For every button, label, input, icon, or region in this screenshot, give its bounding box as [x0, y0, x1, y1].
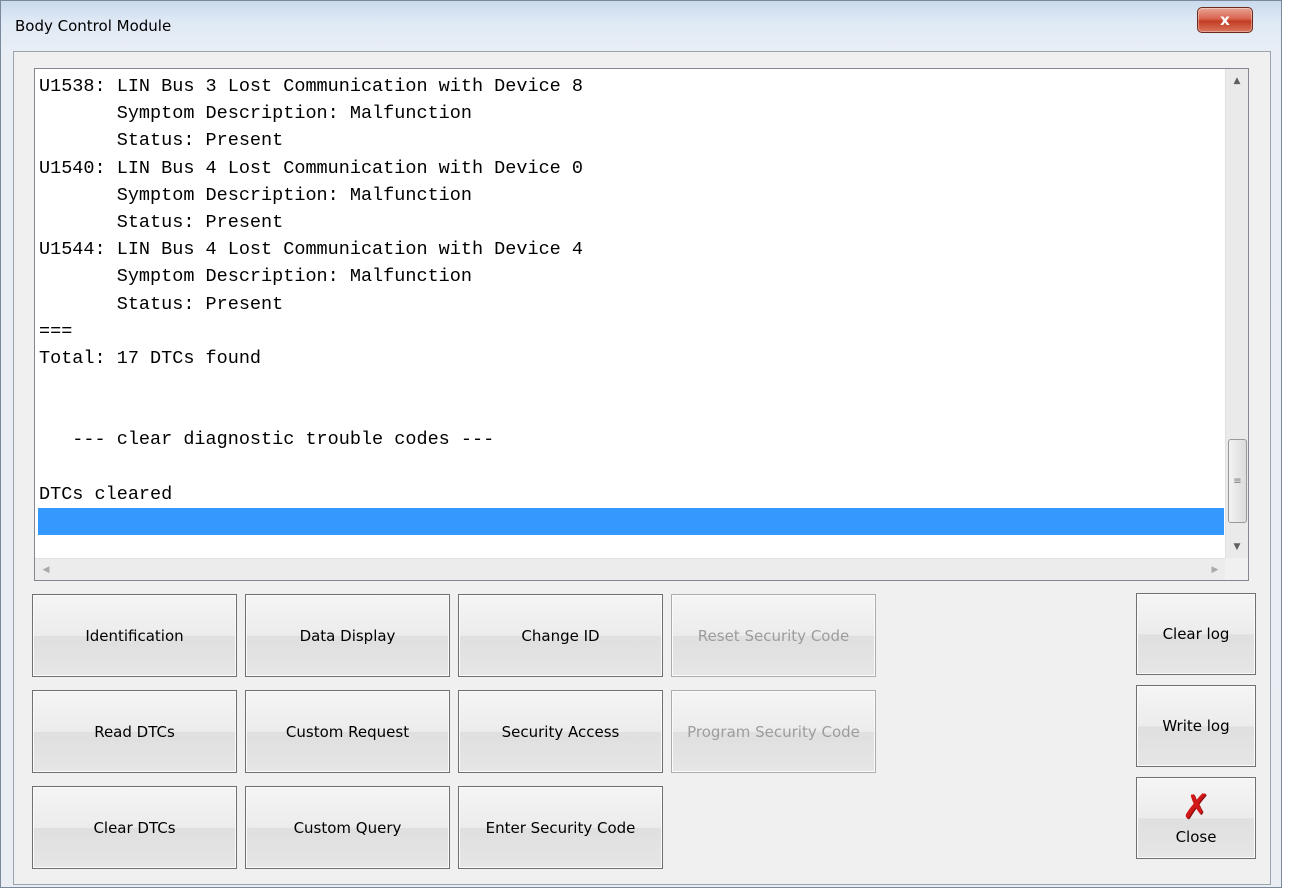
log-line[interactable]: Status: Present: [38, 209, 1224, 236]
data-display-button[interactable]: Data Display: [245, 594, 450, 677]
log-line[interactable]: U1544: LIN Bus 4 Lost Communication with…: [38, 236, 1224, 263]
log-line[interactable]: [38, 399, 1224, 426]
vertical-scroll-thumb[interactable]: ≡: [1228, 439, 1247, 523]
title-bar[interactable]: Body Control Module x: [1, 1, 1281, 51]
red-x-icon: ✗: [1181, 787, 1211, 827]
log-line[interactable]: Total: 17 DTCs found: [38, 345, 1224, 372]
scrollbar-corner: [1225, 558, 1248, 580]
custom-request-button[interactable]: Custom Request: [245, 690, 450, 773]
log-line[interactable]: Symptom Description: Malfunction: [38, 263, 1224, 290]
log-line[interactable]: [38, 454, 1224, 481]
log-line[interactable]: [38, 508, 1224, 536]
log-line[interactable]: DTCs cleared: [38, 481, 1224, 508]
log-line[interactable]: U1538: LIN Bus 3 Lost Communication with…: [38, 73, 1224, 100]
scroll-down-arrow-icon[interactable]: ▼: [1226, 535, 1248, 559]
log-line[interactable]: Symptom Description: Malfunction: [38, 100, 1224, 127]
window-title: Body Control Module: [15, 17, 172, 35]
clear-log-button[interactable]: Clear log: [1136, 593, 1256, 675]
write-log-button[interactable]: Write log: [1136, 685, 1256, 767]
log-line[interactable]: --- clear diagnostic trouble codes ---: [38, 426, 1224, 453]
scroll-up-arrow-icon[interactable]: ▲: [1226, 69, 1248, 93]
vertical-scrollbar[interactable]: ▲ ≡ ▼: [1225, 69, 1248, 559]
main-window: Body Control Module x U1538: LIN Bus 3 L…: [0, 0, 1282, 888]
change-id-button[interactable]: Change ID: [458, 594, 663, 677]
log-lines: U1538: LIN Bus 3 Lost Communication with…: [38, 73, 1224, 553]
log-line[interactable]: Symptom Description: Malfunction: [38, 182, 1224, 209]
enter-security-code-button[interactable]: Enter Security Code: [458, 786, 663, 869]
custom-query-button[interactable]: Custom Query: [245, 786, 450, 869]
log-textbox[interactable]: U1538: LIN Bus 3 Lost Communication with…: [34, 68, 1249, 581]
security-access-button[interactable]: Security Access: [458, 690, 663, 773]
reset-security-code-button[interactable]: Reset Security Code: [671, 594, 876, 677]
clear-dtcs-button[interactable]: Clear DTCs: [32, 786, 237, 869]
log-line[interactable]: ===: [38, 318, 1224, 345]
scroll-left-arrow-icon[interactable]: ◀: [35, 559, 57, 580]
identification-button[interactable]: Identification: [32, 594, 237, 677]
log-line[interactable]: [38, 372, 1224, 399]
close-button-label: Close: [1175, 828, 1217, 846]
close-icon: x: [1220, 11, 1230, 29]
read-dtcs-button[interactable]: Read DTCs: [32, 690, 237, 773]
log-line[interactable]: Status: Present: [38, 127, 1224, 154]
window-close-button[interactable]: x: [1197, 7, 1253, 33]
close-button[interactable]: ✗ Close: [1136, 777, 1256, 859]
log-line[interactable]: U1540: LIN Bus 4 Lost Communication with…: [38, 155, 1224, 182]
program-security-code-button[interactable]: Program Security Code: [671, 690, 876, 773]
log-line[interactable]: Status: Present: [38, 291, 1224, 318]
horizontal-scrollbar[interactable]: ◀ ▶: [35, 558, 1226, 580]
client-area: U1538: LIN Bus 3 Lost Communication with…: [13, 51, 1271, 885]
scroll-right-arrow-icon[interactable]: ▶: [1204, 559, 1226, 580]
